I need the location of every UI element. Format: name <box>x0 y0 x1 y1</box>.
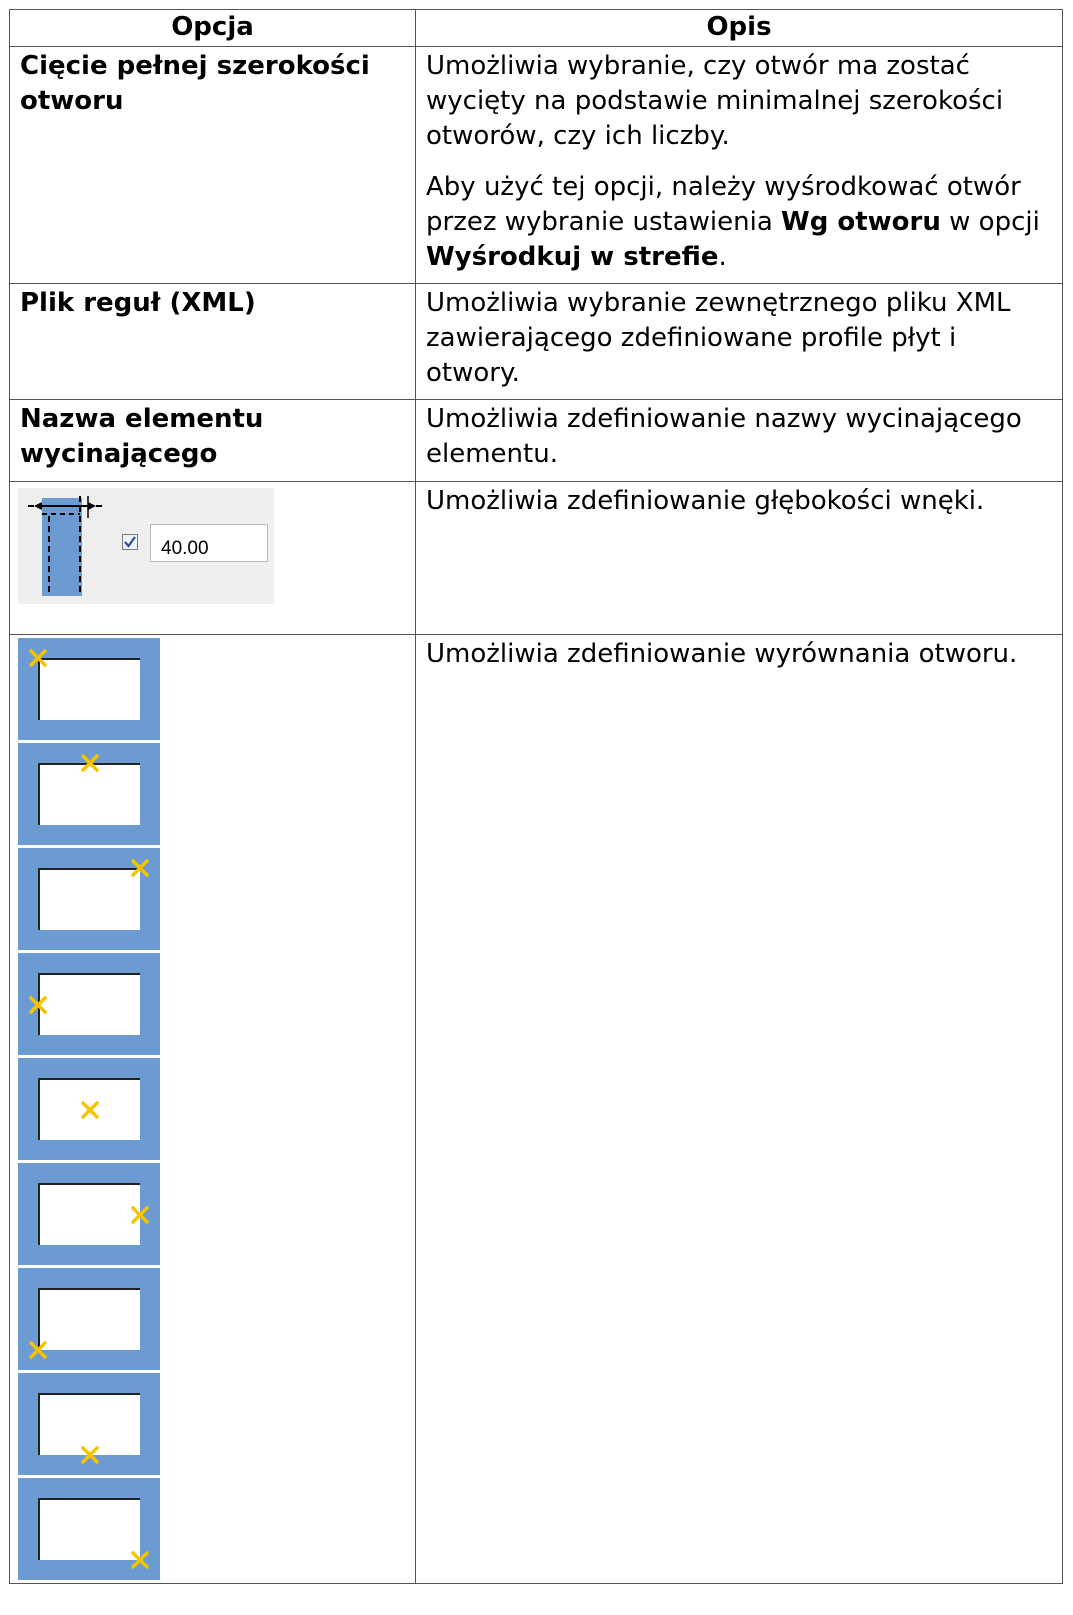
option-description: Umożliwia zdefiniowanie głębokości wnęki… <box>415 481 1063 635</box>
insertion-point-marker-icon <box>131 1551 149 1569</box>
header-option: Opcja <box>9 9 416 47</box>
align-middle-left-button[interactable] <box>18 953 160 1055</box>
insertion-point-marker-icon <box>131 1206 149 1224</box>
insertion-point-marker-icon <box>131 859 149 877</box>
table-row: Umożliwia zdefiniowanie wyrównania otwor… <box>9 634 1063 1584</box>
hole-outline <box>38 973 140 1035</box>
hole-alignment-options <box>18 638 405 1580</box>
align-bottom-left-button[interactable] <box>18 1268 160 1370</box>
insertion-point-marker-icon <box>81 1101 99 1119</box>
align-middle-center-button[interactable] <box>18 1058 160 1160</box>
table-row: Nazwa elementu wycinającego Umożliwia zd… <box>9 399 1063 482</box>
align-bottom-right-button[interactable] <box>18 1478 160 1580</box>
align-top-right-button[interactable] <box>18 848 160 950</box>
insertion-point-marker-icon <box>29 996 47 1014</box>
emphasis: Wg otworu <box>781 207 941 237</box>
option-name: Cięcie pełnej szerokości otworu <box>9 46 416 284</box>
insertion-point-marker-icon <box>29 649 47 667</box>
options-table: Opcja Opis Cięcie pełnej szerokości otwo… <box>9 9 1063 1584</box>
option-description: Umożliwia wybranie zewnętrznego pliku XM… <box>415 283 1063 400</box>
recess-depth-icon <box>28 496 102 596</box>
hole-outline <box>38 1498 140 1560</box>
description-paragraph: Aby użyć tej opcji, należy wyśrodkować o… <box>426 172 1040 272</box>
option-description: Umożliwia zdefiniowanie nazwy wycinające… <box>415 399 1063 482</box>
align-middle-right-button[interactable] <box>18 1163 160 1265</box>
align-bottom-center-button[interactable] <box>18 1373 160 1475</box>
header-description: Opis <box>415 9 1063 47</box>
align-top-center-button[interactable] <box>18 743 160 845</box>
insertion-point-marker-icon <box>81 1446 99 1464</box>
option-name: Nazwa elementu wycinającego <box>9 399 416 482</box>
option-description: Umożliwia zdefiniowanie wyrównania otwor… <box>415 634 1063 1584</box>
option-widget-cell <box>9 634 416 1584</box>
table-header-row: Opcja Opis <box>9 9 1063 47</box>
table-row: Plik reguł (XML) Umożliwia wybranie zewn… <box>9 283 1063 400</box>
table-row: Cięcie pełnej szerokości otworu Umożliwi… <box>9 46 1063 284</box>
description-paragraph: Umożliwia wybranie, czy otwór ma zostać … <box>426 51 1004 151</box>
insertion-point-marker-icon <box>81 754 99 772</box>
hole-outline <box>38 1183 140 1245</box>
table-row: 40.00 Umożliwia zdefiniowanie głębokości… <box>9 481 1063 635</box>
hole-outline <box>38 658 140 720</box>
option-widget-cell: 40.00 <box>9 481 416 635</box>
align-top-left-button[interactable] <box>18 638 160 740</box>
recess-depth-checkbox[interactable] <box>122 534 138 550</box>
recess-depth-widget: 40.00 <box>18 488 274 604</box>
hole-outline <box>38 1288 140 1350</box>
insertion-point-marker-icon <box>29 1341 47 1359</box>
option-name: Plik reguł (XML) <box>9 283 416 400</box>
option-description: Umożliwia wybranie, czy otwór ma zostać … <box>415 46 1063 284</box>
hole-outline <box>38 868 140 930</box>
recess-depth-input[interactable]: 40.00 <box>150 524 268 562</box>
emphasis: Wyśrodkuj w strefie <box>426 242 719 272</box>
checkmark-icon <box>124 536 136 548</box>
